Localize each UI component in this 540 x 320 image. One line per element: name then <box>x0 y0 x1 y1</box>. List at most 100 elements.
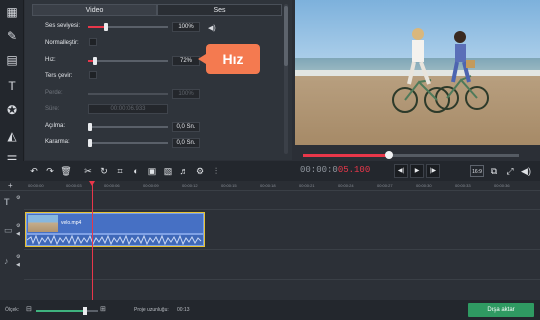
normalize-checkbox[interactable] <box>89 38 97 46</box>
track-divider <box>24 209 540 210</box>
ruler-tick: 00:00:27 <box>377 183 393 188</box>
clip-properties-icon[interactable]: ▣ <box>146 165 158 177</box>
speed-callout: Hız <box>198 44 260 74</box>
video-track-mute-icon[interactable]: ◀ <box>16 231 20 237</box>
previous-frame-button[interactable]: ◀| <box>394 164 408 178</box>
zoom-out-icon[interactable]: ⊟ <box>26 305 32 313</box>
reverse-label: Ters çevir: <box>45 73 73 79</box>
undo-icon[interactable]: ↶ <box>28 165 40 177</box>
titles-icon[interactable]: T <box>4 78 20 94</box>
text-track-icon: T <box>4 197 10 207</box>
export-button[interactable]: Dışa aktar <box>468 303 534 317</box>
project-length-label: Proje uzunluğu: <box>134 307 169 313</box>
next-frame-button[interactable]: |▶ <box>426 164 440 178</box>
zoom-slider-fill <box>36 310 83 312</box>
fade-in-slider[interactable] <box>88 123 168 131</box>
transitions-icon[interactable]: ◭ <box>4 128 20 144</box>
volume-icon[interactable]: ◀) <box>520 165 532 177</box>
ruler-tick: 00:00:18 <box>260 183 276 188</box>
ruler-tick: 00:00:33 <box>455 183 471 188</box>
text-track-settings-icon[interactable]: ⚙ <box>16 195 20 201</box>
zoom-in-icon[interactable]: ⊞ <box>100 305 106 313</box>
video-preview[interactable] <box>295 0 540 145</box>
volume-value[interactable]: 100% <box>172 22 200 32</box>
equalizer-icon[interactable]: ⫶ <box>210 165 222 177</box>
normalize-label: Normalleştir: <box>45 40 79 46</box>
rotate-icon[interactable]: ↻ <box>98 165 110 177</box>
fade-in-slider-knob[interactable] <box>88 123 92 131</box>
ruler-tick: 00:00:15 <box>221 183 237 188</box>
microphone-icon[interactable]: ♬ <box>178 165 190 177</box>
volume-slider-fill <box>88 26 104 28</box>
speaker-icon[interactable]: ◀) <box>208 24 216 32</box>
timeline-ruler[interactable]: + 00:00:00 00:00:03 00:00:06 00:00:09 00… <box>0 181 540 191</box>
speed-slider[interactable] <box>88 57 168 65</box>
settings-gear-icon[interactable]: ⚙ <box>194 165 206 177</box>
fade-in-value[interactable]: 0,0 Sn. <box>172 122 200 132</box>
edit-toolbar: ↶ ↷ 🗑 ✂ ↻ ⌗ ◐ ▣ ▧ ♬ ⚙ ⫶ 00:00:005.100 ◀|… <box>0 161 540 181</box>
preview-progress-knob[interactable] <box>385 151 394 159</box>
volume-slider-knob[interactable] <box>104 23 108 31</box>
zoom-label: Ölçek: <box>5 307 20 313</box>
fade-in-label: Açılma: <box>45 123 66 129</box>
clip-selection-frame <box>25 212 205 247</box>
duration-value: 00:00:06.933 <box>88 104 168 114</box>
speed-label: Hız: <box>45 57 56 63</box>
detach-icon[interactable]: ⧉ <box>488 165 500 177</box>
track-divider <box>24 279 540 280</box>
volume-label: Ses seviyesi: <box>45 23 81 29</box>
preview-progress[interactable] <box>303 151 519 159</box>
fade-out-label: Kararma: <box>45 139 70 145</box>
video-track-icon: ▭ <box>4 225 13 235</box>
ruler-tick: 00:00:30 <box>416 183 432 188</box>
ruler-tick: 00:00:06 <box>104 183 120 188</box>
film-icon[interactable]: ▤ <box>4 52 20 68</box>
clapperboard-icon[interactable]: ▦ <box>4 4 20 20</box>
preview-progress-fill <box>303 154 390 157</box>
music-track-settings-icon[interactable]: ⚙ <box>16 254 20 260</box>
timecode-hours: 00:00:0 <box>300 165 338 175</box>
reverse-checkbox[interactable] <box>89 71 97 79</box>
ruler-tick: 00:00:21 <box>299 183 315 188</box>
redo-icon[interactable]: ↷ <box>44 165 56 177</box>
zoom-slider[interactable] <box>36 307 98 315</box>
duration-label: Süre: <box>45 106 60 112</box>
video-track-settings-icon[interactable]: ⚙ <box>16 223 20 229</box>
timecode: 00:00:005.100 <box>300 165 370 175</box>
property-tabs: Video Ses <box>32 4 282 16</box>
zoom-slider-knob[interactable] <box>82 307 87 315</box>
image-icon[interactable]: ▧ <box>162 165 174 177</box>
speed-slider-knob[interactable] <box>92 57 97 65</box>
ruler-tick: 00:00:03 <box>66 183 82 188</box>
tab-video[interactable]: Video <box>32 4 157 16</box>
fade-out-slider[interactable] <box>88 139 168 147</box>
pitch-label: Perde: <box>45 90 63 96</box>
ruler-tick: 00:00:09 <box>143 183 159 188</box>
ruler-tick: 00:00:24 <box>338 183 354 188</box>
panel-scrollbar[interactable] <box>284 4 288 154</box>
fullscreen-icon[interactable]: ⤢ <box>504 165 516 177</box>
speed-value[interactable]: 72% <box>172 56 200 66</box>
fade-out-slider-knob[interactable] <box>88 139 92 147</box>
pitch-slider <box>88 93 168 95</box>
cut-icon[interactable]: ✂ <box>82 165 94 177</box>
playhead[interactable] <box>89 181 95 300</box>
magic-wand-icon[interactable]: ✎ <box>4 28 20 44</box>
aspect-ratio-button[interactable]: 16:9 <box>470 165 484 177</box>
add-track-icon[interactable]: + <box>8 181 13 190</box>
trash-icon[interactable]: 🗑 <box>60 165 72 177</box>
track-divider <box>24 249 540 250</box>
crop-icon[interactable]: ⌗ <box>114 165 126 177</box>
cyclists-image <box>392 28 489 113</box>
volume-slider[interactable] <box>88 23 168 31</box>
play-button[interactable]: ▶ <box>410 164 424 178</box>
fade-out-value[interactable]: 0,0 Sn. <box>172 138 200 148</box>
music-track-mute-icon[interactable]: ◀ <box>16 262 20 268</box>
status-bar: Ölçek: ⊟ ⊞ Proje uzunluğu: 00:13 <box>0 300 540 320</box>
panel-scrollbar-thumb[interactable] <box>284 6 288 66</box>
tab-audio[interactable]: Ses <box>157 4 282 16</box>
color-adjust-icon[interactable]: ◐ <box>130 165 142 177</box>
tool-rail: ▦ ✎ ▤ T ✪ ◭ ☰ <box>0 0 24 167</box>
stickers-icon[interactable]: ✪ <box>4 102 20 118</box>
ruler-tick: 00:00:12 <box>182 183 198 188</box>
